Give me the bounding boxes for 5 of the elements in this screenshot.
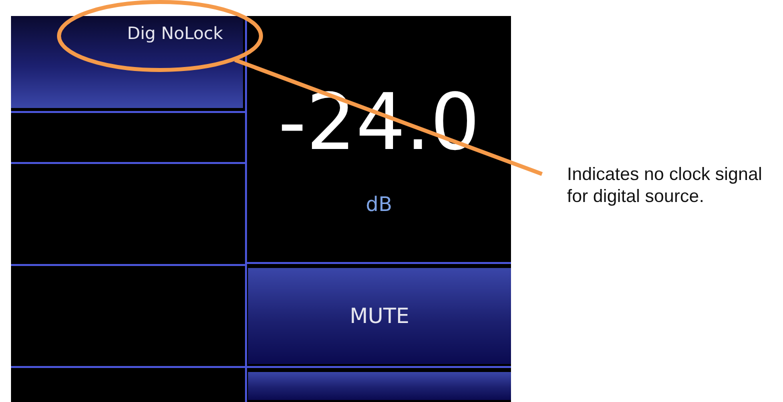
annotation-text: Indicates no clock signal for digital source.	[567, 163, 764, 208]
mute-button[interactable]: MUTE	[248, 268, 511, 364]
button[interactable]	[248, 372, 511, 400]
level-unit: dB	[366, 192, 392, 216]
status-button[interactable]: Dig NoLock	[11, 16, 243, 108]
